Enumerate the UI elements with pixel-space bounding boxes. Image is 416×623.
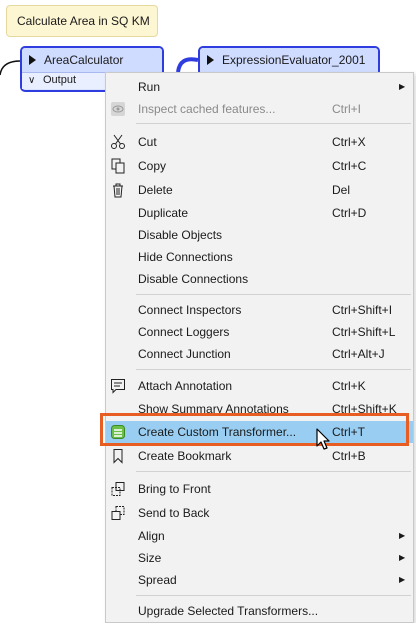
menu-item-label: Connect Junction xyxy=(138,347,231,361)
menu-item-connect-inspectors[interactable]: Connect Inspectors Ctrl+Shift+I xyxy=(106,299,413,321)
menu-item-disable-objects[interactable]: Disable Objects xyxy=(106,224,413,246)
submenu-arrow-icon: ▶ xyxy=(399,531,406,540)
menu-item-copy[interactable]: Copy Ctrl+C xyxy=(106,155,413,177)
trash-icon xyxy=(113,183,123,198)
submenu-arrow-icon: ▶ xyxy=(399,553,406,562)
menu-separator xyxy=(136,595,411,596)
menu-item-shortcut: Ctrl+Shift+L xyxy=(332,325,396,339)
menu-item-label: Create Bookmark xyxy=(138,449,232,463)
menu-item-label: Bring to Front xyxy=(138,482,211,496)
scissors-icon xyxy=(111,134,125,149)
menu-item-shortcut: Ctrl+Alt+J xyxy=(332,347,385,361)
expression-evaluator-title: ExpressionEvaluator_2001 xyxy=(222,53,366,67)
menu-item-label: Inspect cached features... xyxy=(138,102,276,116)
menu-separator xyxy=(136,471,411,472)
chevron-down-icon[interactable]: ∨ xyxy=(28,73,35,88)
annotation-text: Calculate Area in SQ KM xyxy=(17,14,150,28)
output-port-label: Output xyxy=(43,74,77,86)
menu-item-label: Size xyxy=(138,551,162,565)
expression-evaluator-header[interactable]: ExpressionEvaluator_2001 xyxy=(200,48,378,72)
menu-item-inspect-cached-features[interactable]: Inspect cached features... Ctrl+I xyxy=(106,98,413,120)
menu-item-label: Connect Loggers xyxy=(138,325,230,339)
menu-item-run[interactable]: Run ▶ xyxy=(106,76,413,98)
menu-separator xyxy=(136,369,411,370)
annotation-note[interactable]: Calculate Area in SQ KM xyxy=(6,5,158,37)
run-triangle-icon xyxy=(29,55,36,65)
highlight-box xyxy=(100,413,409,446)
annotation-icon xyxy=(111,379,125,394)
menu-item-label: Cut xyxy=(138,135,157,149)
menu-item-label: Hide Connections xyxy=(138,250,233,264)
menu-item-label: Align xyxy=(138,529,165,543)
menu-item-align[interactable]: Align ▶ xyxy=(106,525,413,547)
menu-item-label: Connect Inspectors xyxy=(138,303,242,317)
bookmark-icon xyxy=(113,449,123,464)
menu-item-shortcut: Ctrl+K xyxy=(332,379,366,393)
menu-item-upgrade-selected-transformers[interactable]: Upgrade Selected Transformers... xyxy=(106,600,413,622)
area-calculator-header[interactable]: AreaCalculator xyxy=(22,48,162,72)
submenu-arrow-icon: ▶ xyxy=(399,82,406,91)
menu-separator xyxy=(136,123,411,124)
menu-item-shortcut: Ctrl+X xyxy=(332,135,366,149)
menu-item-connect-junction[interactable]: Connect Junction Ctrl+Alt+J xyxy=(106,343,413,365)
menu-item-bring-to-front[interactable]: Bring to Front xyxy=(106,478,413,500)
menu-item-send-to-back[interactable]: Send to Back xyxy=(106,502,413,524)
area-calculator-title: AreaCalculator xyxy=(44,53,124,67)
copy-icon xyxy=(111,158,125,174)
menu-item-spread[interactable]: Spread ▶ xyxy=(106,569,413,591)
menu-item-label: Spread xyxy=(138,573,177,587)
menu-item-attach-annotation[interactable]: Attach Annotation Ctrl+K xyxy=(106,375,413,397)
menu-item-shortcut: Ctrl+D xyxy=(332,206,367,220)
menu-item-shortcut: Ctrl+Shift+I xyxy=(332,303,393,317)
menu-item-label: Disable Objects xyxy=(138,228,223,242)
menu-item-delete[interactable]: Delete Del xyxy=(106,179,413,201)
menu-item-disable-connections[interactable]: Disable Connections xyxy=(106,268,413,290)
menu-item-duplicate[interactable]: Duplicate Ctrl+D xyxy=(106,202,413,224)
menu-item-shortcut: Ctrl+B xyxy=(332,449,366,463)
menu-item-label: Upgrade Selected Transformers... xyxy=(138,604,319,618)
menu-item-label: Delete xyxy=(138,183,173,197)
connection-line-in xyxy=(0,60,21,76)
menu-item-size[interactable]: Size ▶ xyxy=(106,547,413,569)
mouse-cursor-icon xyxy=(316,428,330,450)
context-menu: Run ▶ Inspect cached features... Ctrl+I … xyxy=(105,72,414,623)
menu-item-label: Send to Back xyxy=(138,506,210,520)
menu-item-create-bookmark[interactable]: Create Bookmark Ctrl+B xyxy=(106,445,413,467)
submenu-arrow-icon: ▶ xyxy=(399,575,406,584)
menu-item-hide-connections[interactable]: Hide Connections xyxy=(106,246,413,268)
menu-item-shortcut: Ctrl+I xyxy=(332,102,362,116)
menu-item-label: Duplicate xyxy=(138,206,189,220)
send-to-back-icon xyxy=(111,506,125,520)
menu-item-cut[interactable]: Cut Ctrl+X xyxy=(106,131,413,153)
bring-to-front-icon xyxy=(111,482,125,496)
menu-separator xyxy=(136,294,411,295)
menu-item-label: Attach Annotation xyxy=(138,379,233,393)
menu-item-label: Disable Connections xyxy=(138,272,249,286)
menu-item-label: Run xyxy=(138,80,161,94)
menu-item-shortcut: Ctrl+C xyxy=(332,159,367,173)
run-triangle-icon xyxy=(207,55,214,65)
menu-item-connect-loggers[interactable]: Connect Loggers Ctrl+Shift+L xyxy=(106,321,413,343)
menu-item-shortcut: Del xyxy=(332,183,351,197)
eye-icon xyxy=(111,102,125,116)
menu-item-label: Copy xyxy=(138,159,167,173)
